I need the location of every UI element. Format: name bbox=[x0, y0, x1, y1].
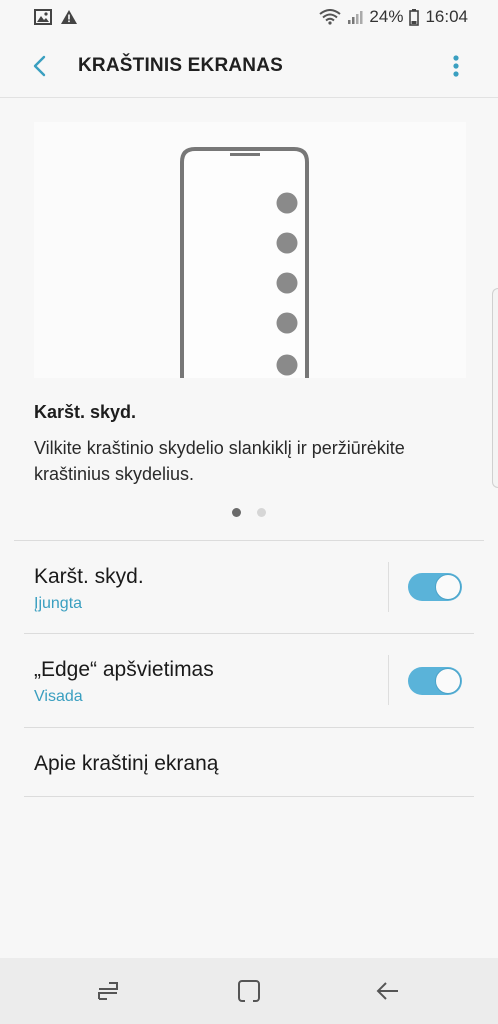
toggle-knob bbox=[435, 668, 461, 694]
edge-dot bbox=[276, 354, 298, 376]
battery-icon bbox=[409, 8, 420, 26]
recents-button[interactable] bbox=[92, 976, 124, 1006]
more-vert-icon bbox=[453, 55, 459, 77]
setting-title: „Edge“ apšvietimas bbox=[34, 658, 214, 681]
more-options-button[interactable] bbox=[444, 50, 468, 82]
toggle-knob bbox=[435, 574, 461, 600]
back-nav-button[interactable] bbox=[372, 976, 404, 1006]
clock: 16:04 bbox=[425, 7, 468, 26]
edge-dot bbox=[276, 232, 298, 254]
edge-panel-illustration bbox=[34, 122, 466, 378]
image-icon bbox=[34, 9, 52, 25]
setting-subtitle: Įjungta bbox=[34, 595, 83, 612]
signal-icon bbox=[347, 9, 363, 25]
home-icon bbox=[238, 980, 260, 1003]
vertical-separator bbox=[388, 562, 389, 612]
edge-panel-handle[interactable] bbox=[492, 288, 498, 488]
back-button[interactable] bbox=[24, 50, 56, 82]
navigation-bar bbox=[0, 958, 498, 1024]
vertical-separator bbox=[388, 655, 389, 705]
warning-icon bbox=[60, 9, 78, 25]
divider bbox=[24, 796, 474, 797]
intro-description: Vilkite kraštinio skydelio slankiklį ir … bbox=[34, 438, 405, 484]
setting-row-about-edge-screen[interactable]: Apie kraštinį ekraną bbox=[0, 728, 498, 796]
page-indicator bbox=[0, 508, 498, 517]
setting-title: Apie kraštinį ekraną bbox=[34, 752, 219, 775]
back-arrow-icon bbox=[376, 982, 398, 1000]
edge-lighting-toggle[interactable] bbox=[408, 667, 462, 695]
wifi-icon bbox=[319, 9, 342, 25]
setting-row-edge-lighting[interactable]: „Edge“ apšvietimas Visada bbox=[0, 634, 498, 726]
recents-icon bbox=[98, 982, 118, 1000]
status-left bbox=[34, 9, 78, 25]
chevron-left-icon bbox=[33, 55, 46, 77]
app-bar: KRAŠTINIS EKRANAS bbox=[0, 34, 498, 98]
intro-title: Karšt. skyd. bbox=[34, 402, 137, 422]
edge-dot bbox=[276, 192, 298, 214]
battery-percent: 24% bbox=[369, 7, 404, 26]
setting-row-edge-panels[interactable]: Karšt. skyd. Įjungta bbox=[0, 541, 498, 633]
page-dot-active[interactable] bbox=[232, 508, 241, 517]
edge-dot bbox=[276, 312, 298, 334]
page-dot[interactable] bbox=[257, 508, 266, 517]
setting-title: Karšt. skyd. bbox=[34, 565, 144, 588]
home-button[interactable] bbox=[233, 976, 265, 1006]
edge-dot bbox=[276, 272, 298, 294]
status-right: 24% 16:04 bbox=[319, 7, 468, 27]
phone-illustration bbox=[180, 147, 309, 378]
edge-panels-toggle[interactable] bbox=[408, 573, 462, 601]
status-bar: 24% 16:04 bbox=[0, 0, 498, 34]
setting-subtitle: Visada bbox=[34, 688, 83, 705]
page-title: KRAŠTINIS EKRANAS bbox=[78, 55, 284, 76]
